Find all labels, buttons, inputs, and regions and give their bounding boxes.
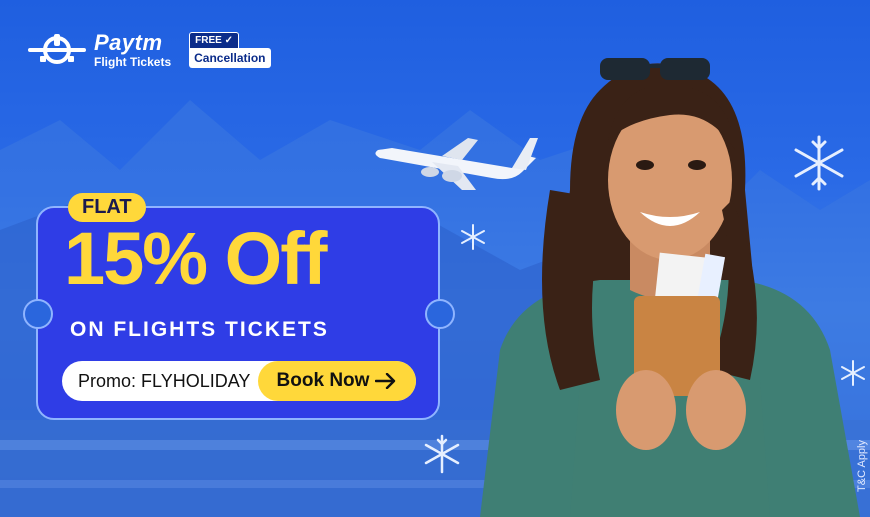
card-notch-left <box>23 299 53 329</box>
terms-conditions-link[interactable]: T&C Apply <box>856 440 868 492</box>
brand-subtitle: Flight Tickets <box>94 55 172 69</box>
promo-code-text: Promo: FLYHOLIDAY <box>78 371 251 391</box>
free-cancellation-badge: FREE ✓ Cancellation <box>189 32 271 68</box>
offer-subline: ON FLIGHTS TICKETS <box>70 318 329 341</box>
book-now-button[interactable]: Book Now <box>258 361 416 401</box>
snowflake-icon <box>424 434 460 474</box>
brand-name: Paytm <box>94 30 163 55</box>
flight-offer-banner: Paytm Flight Tickets FREE ✓ Cancellation <box>0 0 870 517</box>
arrow-right-icon <box>375 373 396 389</box>
plane-icon <box>28 34 86 64</box>
cancellation-label: Cancellation <box>189 48 271 68</box>
free-label: FREE ✓ <box>189 32 239 48</box>
discount-headline: 15% Off <box>64 217 328 300</box>
book-now-label: Book Now <box>276 370 370 391</box>
card-notch-right <box>425 299 455 329</box>
woman-holding-passport <box>480 58 860 517</box>
paytm-logo[interactable]: Paytm Flight Tickets FREE ✓ Cancellation <box>28 30 271 70</box>
